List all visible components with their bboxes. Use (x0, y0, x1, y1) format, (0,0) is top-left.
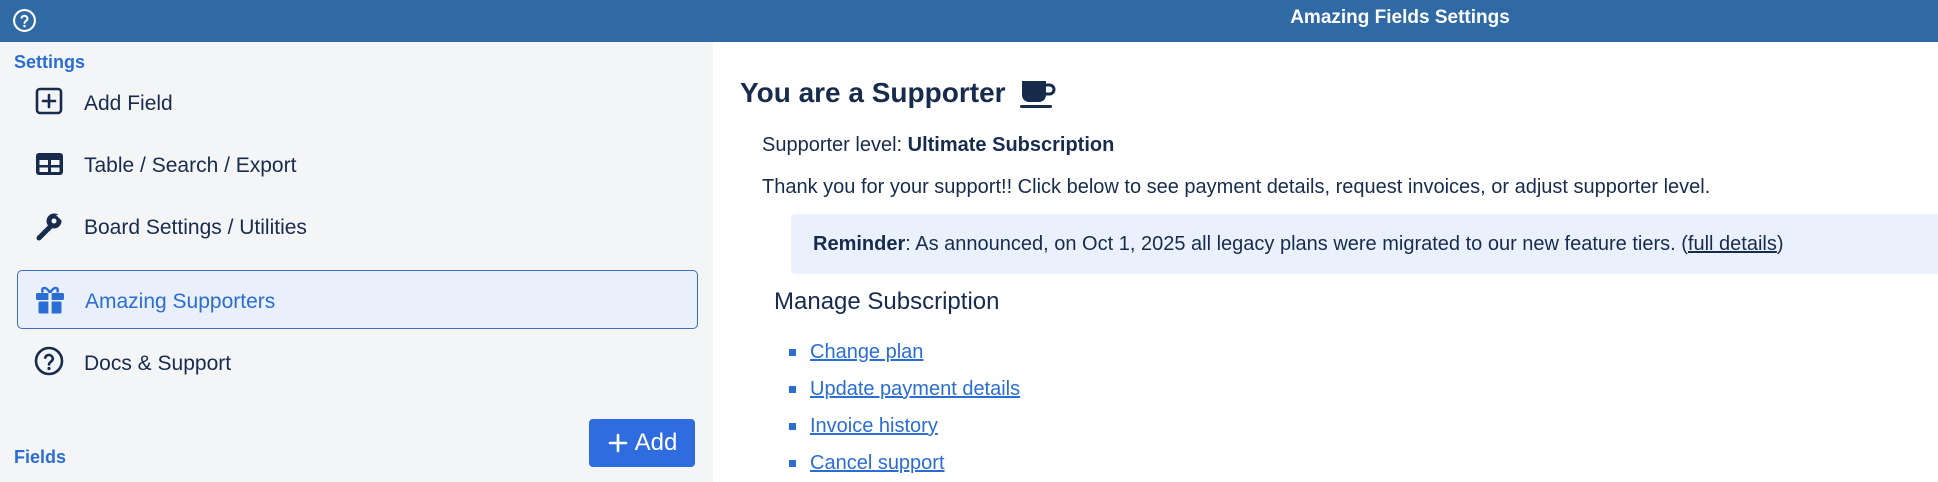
list-item: Update payment details (789, 371, 1020, 408)
app-title: Amazing Fields Settings (1290, 7, 1510, 28)
bullet-icon (789, 460, 796, 467)
list-item: Invoice history (789, 408, 1020, 445)
list-item: Cancel support (789, 445, 1020, 482)
cancel-support-link[interactable]: Cancel support (810, 452, 945, 475)
manage-subscription-heading: Manage Subscription (774, 288, 1000, 315)
sidebar-item-docs-support[interactable]: Docs & Support (17, 333, 698, 392)
full-details-link[interactable]: full details (1688, 233, 1777, 255)
list-item: Change plan (789, 334, 1020, 371)
reminder-text: : As announced, on Oct 1, 2025 all legac… (905, 233, 1688, 255)
table-icon (36, 153, 63, 175)
fields-section-title: Fields (14, 447, 67, 467)
bullet-icon (789, 349, 796, 356)
settings-section-title: Settings (14, 52, 86, 72)
plus-icon (608, 433, 627, 453)
reminder-label: Reminder (813, 233, 906, 255)
subscription-links: Change plan Update payment details Invoi… (789, 334, 1020, 482)
sidebar: Settings Add Field Table / Search / Expo… (0, 42, 713, 482)
supporter-level: Supporter level: Ultimate Subscription (762, 134, 1114, 157)
supporter-level-label: Supporter level: (762, 134, 903, 156)
bullet-icon (789, 423, 796, 430)
coffee-cup-icon (1019, 81, 1056, 108)
wrench-icon (36, 213, 62, 241)
sidebar-item-add-field[interactable]: Add Field (17, 73, 698, 132)
sidebar-item-label: Table / Search / Export (84, 154, 297, 177)
plus-square-icon (35, 87, 63, 115)
thanks-message: Thank you for your support!! Click below… (762, 176, 1711, 198)
add-button-label: Add (634, 429, 678, 456)
sidebar-item-amazing-supporters[interactable]: Amazing Supporters (17, 270, 698, 329)
sidebar-item-label: Amazing Supporters (85, 290, 276, 313)
reminder-end: ) (1776, 233, 1784, 255)
reminder-banner: Reminder: As announced, on Oct 1, 2025 a… (791, 214, 1938, 274)
invoice-history-link[interactable]: Invoice history (810, 415, 938, 438)
top-bar: Amazing Fields Settings (0, 0, 1938, 42)
gift-icon (36, 286, 64, 314)
bullet-icon (789, 386, 796, 393)
question-circle-icon (34, 346, 64, 376)
sidebar-item-label: Add Field (84, 92, 173, 115)
change-plan-link[interactable]: Change plan (810, 341, 923, 364)
add-field-button[interactable]: Add (589, 419, 695, 467)
sidebar-item-label: Board Settings / Utilities (84, 216, 307, 239)
sidebar-item-label: Docs & Support (84, 352, 232, 375)
sidebar-item-board-settings[interactable]: Board Settings / Utilities (17, 197, 698, 256)
main-panel: You are a Supporter Supporter level: Ult… (713, 42, 1938, 482)
page-title-text: You are a Supporter (740, 77, 1006, 108)
update-payment-link[interactable]: Update payment details (810, 378, 1020, 401)
sidebar-item-table-search-export[interactable]: Table / Search / Export (17, 135, 698, 194)
page-title: You are a Supporter (740, 76, 1058, 110)
supporter-level-value: Ultimate Subscription (907, 134, 1115, 156)
